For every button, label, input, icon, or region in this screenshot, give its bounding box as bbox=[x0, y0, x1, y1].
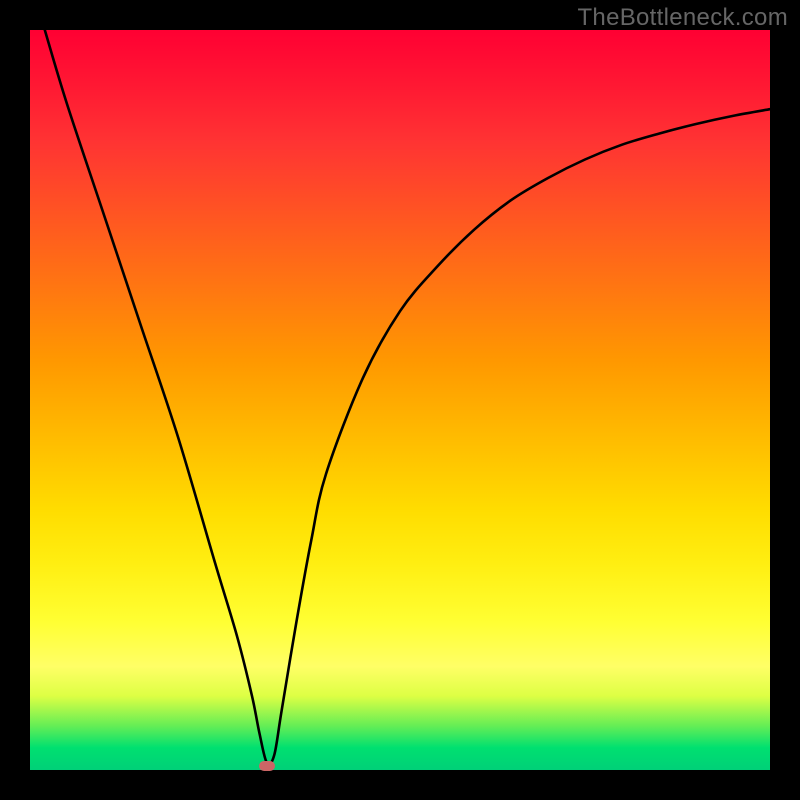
bottleneck-curve bbox=[45, 30, 770, 764]
plot-area bbox=[30, 30, 770, 770]
curve-layer bbox=[30, 30, 770, 770]
minimum-marker bbox=[259, 761, 275, 771]
chart-frame: TheBottleneck.com bbox=[0, 0, 800, 800]
watermark-text: TheBottleneck.com bbox=[577, 4, 788, 32]
